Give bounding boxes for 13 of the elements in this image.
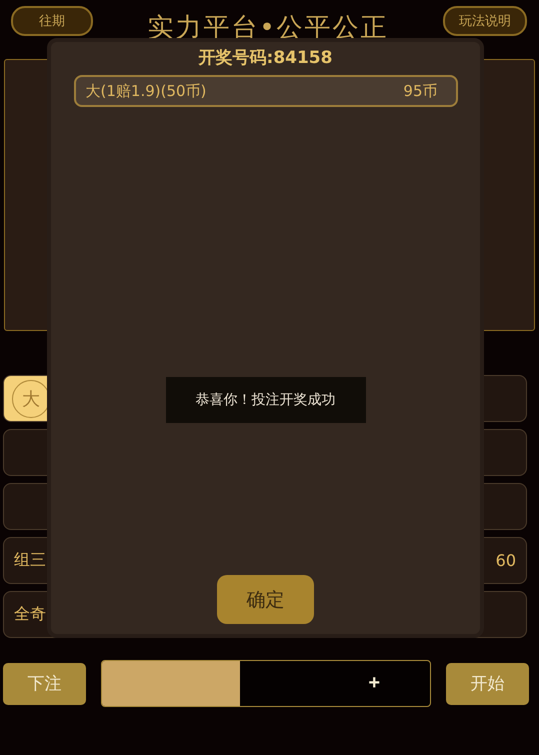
dialog-title: 开奖号码:84158 [198,47,332,69]
plus-button[interactable]: + [362,671,386,696]
option-label: 组三 [14,550,46,571]
confirm-button[interactable]: 确定 [217,575,314,624]
option-label: 全奇 [14,604,46,625]
payout-text: 95币 [403,82,438,100]
option-label: 60 [496,551,516,570]
page-title: 实力平台•公平公正 [147,12,389,44]
amount-slider[interactable]: + [101,660,431,707]
success-toast: 恭喜你！投注开奖成功 [166,377,366,423]
history-button[interactable]: 往期 [11,6,93,36]
rules-button[interactable]: 玩法说明 [443,6,527,36]
bet-text: 大(1赔1.9)(50币) [86,82,206,100]
